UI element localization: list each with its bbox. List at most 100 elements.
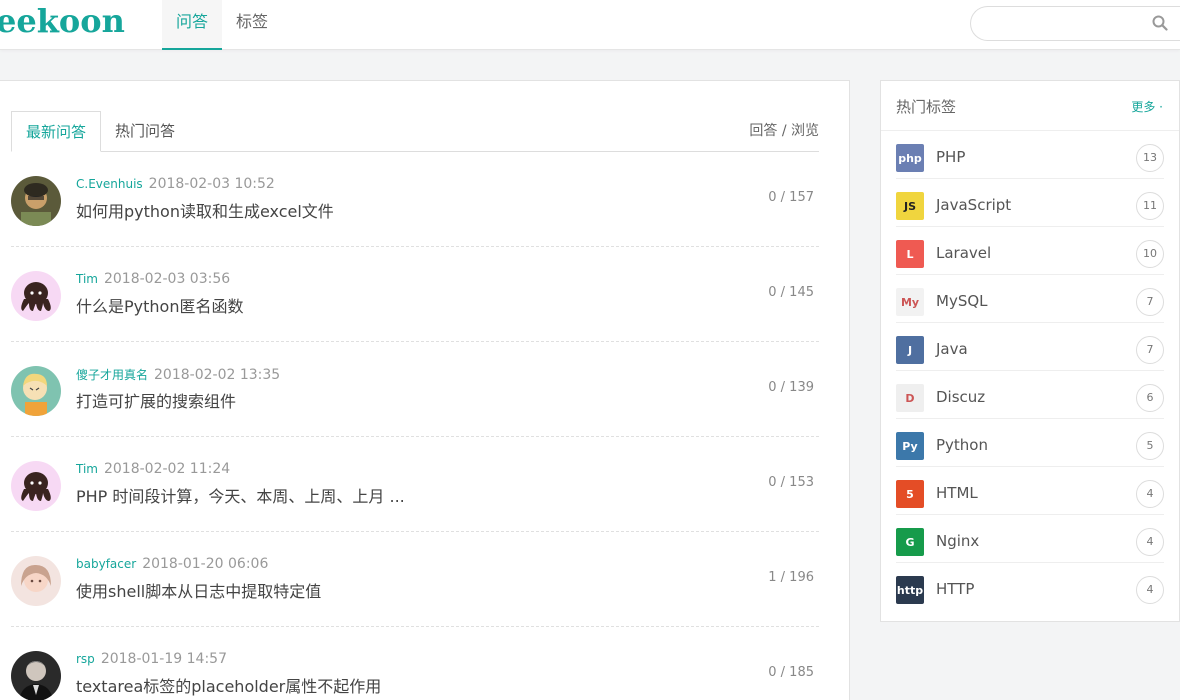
question-stats: 0 / 145: [768, 285, 814, 300]
tag-item-mysql[interactable]: My MySQL 7: [896, 275, 1164, 323]
question-title[interactable]: PHP 时间段计算，今天、本周、上周、上月 ...: [76, 483, 405, 507]
question-title[interactable]: 使用shell脚本从日志中提取特定值: [76, 578, 321, 602]
question-title[interactable]: 什么是Python匿名函数: [76, 293, 243, 317]
tag-name[interactable]: Java: [936, 340, 968, 358]
question-time: 2018-02-03 03:56: [103, 271, 231, 287]
tag-count-badge: 4: [1136, 576, 1164, 604]
question-list: C.Evenhuis 2018-02-03 10:52 如何用python读取和生…: [11, 152, 819, 700]
hot-tags-panel: 热门标签 更多 · php PHP 13 JS JavaScript 11 L Laravel…: [880, 80, 1180, 622]
question-title[interactable]: 如何用python读取和生成excel文件: [76, 198, 334, 222]
tag-count-badge: 7: [1136, 288, 1164, 316]
question-author[interactable]: C.Evenhuis: [76, 177, 143, 191]
question-time: 2018-01-19 14:57: [100, 651, 227, 667]
avatar[interactable]: [11, 651, 61, 700]
tag-item-javascript[interactable]: JS JavaScript 11: [896, 179, 1164, 227]
tag-count-badge: 11: [1136, 192, 1164, 220]
html-icon: 5: [896, 480, 924, 508]
question-stats: 0 / 157: [768, 190, 814, 205]
search-input[interactable]: [985, 7, 1155, 40]
tag-name[interactable]: Laravel: [936, 244, 991, 262]
search-box: [970, 6, 1180, 41]
tag-count-badge: 10: [1136, 240, 1164, 268]
search-icon[interactable]: [1152, 15, 1168, 35]
top-navbar: eekoon 问答 标签: [0, 0, 1180, 50]
tag-count-badge: 7: [1136, 336, 1164, 364]
python-icon: Py: [896, 432, 924, 460]
question-stats: 1 / 196: [768, 570, 814, 585]
question-time: 2018-02-02 11:24: [103, 461, 231, 477]
question-author[interactable]: 傻子才用真名: [76, 368, 148, 382]
tab-latest[interactable]: 最新问答: [11, 111, 102, 152]
tag-item-discuz[interactable]: D Discuz 6: [896, 371, 1164, 419]
question-time: 2018-01-20 06:06: [142, 556, 269, 572]
question-title[interactable]: textarea标签的placeholder属性不起作用: [76, 673, 381, 697]
list-item: babyfacer 2018-01-20 06:06 使用shell脚本从日志中提…: [11, 532, 819, 627]
discuz-icon: D: [896, 384, 924, 412]
php-icon: php: [896, 144, 924, 172]
question-author[interactable]: rsp: [76, 652, 95, 666]
tag-count-badge: 5: [1136, 432, 1164, 460]
tag-count-badge: 13: [1136, 144, 1164, 172]
tag-name[interactable]: Discuz: [936, 388, 985, 406]
tag-item-python[interactable]: Py Python 5: [896, 419, 1164, 467]
tag-list: php PHP 13 JS JavaScript 11 L Laravel 10 My MySQL 7…: [881, 131, 1179, 611]
question-meta: Tim 2018-02-03 03:56: [76, 271, 230, 287]
tag-name[interactable]: Python: [936, 436, 988, 454]
tag-name[interactable]: Nginx: [936, 532, 979, 550]
question-time: 2018-02-03 10:52: [148, 176, 275, 192]
nav-item-questions[interactable]: 问答: [162, 0, 223, 50]
tag-name[interactable]: PHP: [936, 148, 965, 166]
question-meta: rsp 2018-01-19 14:57: [76, 651, 227, 667]
tag-count-badge: 4: [1136, 480, 1164, 508]
question-stats: 0 / 153: [768, 475, 814, 490]
site-logo[interactable]: eekoon: [0, 2, 125, 40]
avatar[interactable]: [11, 366, 61, 416]
http-icon: http: [896, 576, 924, 604]
tag-name[interactable]: HTTP: [936, 580, 974, 598]
tab-hot[interactable]: 热门问答: [101, 111, 189, 152]
question-author[interactable]: Tim: [76, 272, 98, 286]
tag-item-laravel[interactable]: L Laravel 10: [896, 227, 1164, 275]
question-author[interactable]: babyfacer: [76, 557, 136, 571]
avatar[interactable]: [11, 271, 61, 321]
list-item: 傻子才用真名 2018-02-02 13:35 打造可扩展的搜索组件 0 / 13…: [11, 342, 819, 437]
tag-item-http[interactable]: http HTTP 4: [896, 563, 1164, 611]
javascript-icon: JS: [896, 192, 924, 220]
avatar[interactable]: [11, 176, 61, 226]
avatar[interactable]: [11, 461, 61, 511]
list-item: Tim 2018-02-02 11:24 PHP 时间段计算，今天、本周、上周、上…: [11, 437, 819, 532]
tag-count-badge: 6: [1136, 384, 1164, 412]
tag-count-badge: 4: [1136, 528, 1164, 556]
list-item: C.Evenhuis 2018-02-03 10:52 如何用python读取和生…: [11, 152, 819, 247]
tag-item-php[interactable]: php PHP 13: [896, 131, 1164, 179]
nginx-icon: G: [896, 528, 924, 556]
tag-name[interactable]: JavaScript: [936, 196, 1011, 214]
question-meta: Tim 2018-02-02 11:24: [76, 461, 230, 477]
main-nav: 问答 标签: [162, 0, 282, 50]
question-meta: C.Evenhuis 2018-02-03 10:52: [76, 176, 275, 192]
nav-item-tags[interactable]: 标签: [222, 0, 282, 50]
hot-tags-header: 热门标签 更多 ·: [881, 81, 1179, 131]
question-panel: 最新问答 热门问答 回答 / 浏览 C.Evenhuis 2018-02-03 1…: [0, 80, 850, 700]
tag-item-java[interactable]: J Java 7: [896, 323, 1164, 371]
laravel-icon: L: [896, 240, 924, 268]
list-item: rsp 2018-01-19 14:57 textarea标签的placehold…: [11, 627, 819, 700]
tag-item-nginx[interactable]: G Nginx 4: [896, 515, 1164, 563]
question-meta: 傻子才用真名 2018-02-02 13:35: [76, 366, 280, 383]
question-author[interactable]: Tim: [76, 462, 98, 476]
more-tags-link[interactable]: 更多 ·: [1131, 98, 1163, 115]
hot-tags-title: 热门标签: [896, 98, 957, 116]
java-icon: J: [896, 336, 924, 364]
avatar[interactable]: [11, 556, 61, 606]
question-tabs: 最新问答 热门问答 回答 / 浏览: [11, 111, 819, 152]
question-meta: babyfacer 2018-01-20 06:06: [76, 556, 268, 572]
stats-header: 回答 / 浏览: [749, 123, 819, 139]
tag-name[interactable]: HTML: [936, 484, 978, 502]
question-stats: 0 / 185: [768, 665, 814, 680]
question-stats: 0 / 139: [768, 380, 814, 395]
question-time: 2018-02-02 13:35: [154, 367, 281, 383]
tag-name[interactable]: MySQL: [936, 292, 988, 310]
mysql-icon: My: [896, 288, 924, 316]
question-title[interactable]: 打造可扩展的搜索组件: [76, 388, 236, 412]
tag-item-html[interactable]: 5 HTML 4: [896, 467, 1164, 515]
